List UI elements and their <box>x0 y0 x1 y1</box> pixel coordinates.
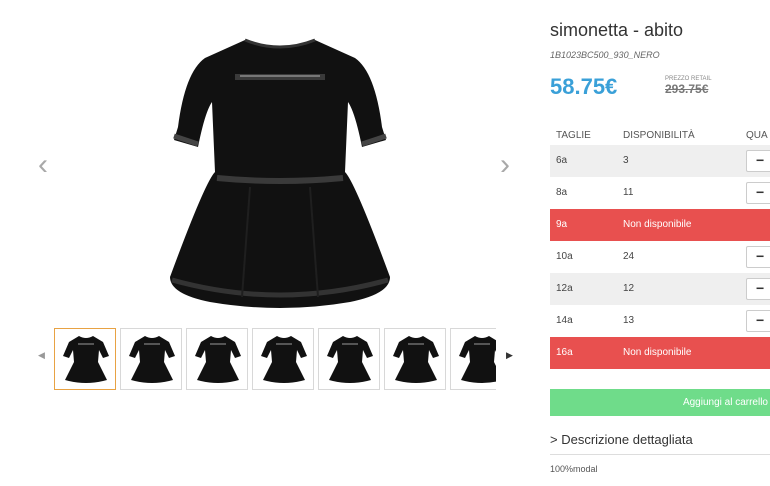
material-text: 100%modal <box>550 464 598 474</box>
size-cell: 12a <box>556 283 573 294</box>
size-availability-table: TAGLIE DISPONIBILITÀ QUA 6a 3 − 8a 11 − … <box>550 128 770 369</box>
header-sizes: TAGLIE <box>556 130 591 141</box>
quantity-decrement-button[interactable]: − <box>746 150 770 172</box>
availability-cell: 13 <box>623 315 635 326</box>
thumbnail-3[interactable] <box>186 328 248 390</box>
retail-price: 293.75€ <box>665 82 709 96</box>
product-main-image[interactable] <box>150 32 410 317</box>
thumbnail-1[interactable] <box>54 328 116 390</box>
add-to-cart-button[interactable]: Aggiungi al carrello <box>550 389 770 416</box>
thumbnail-strip: ◀ ▶ <box>36 328 516 390</box>
table-header: TAGLIE DISPONIBILITÀ QUA <box>550 128 770 145</box>
table-row: 10a 24 − <box>550 241 770 273</box>
product-gallery: ‹ › ◀ ▶ <box>0 0 540 486</box>
availability-cell: 12 <box>623 283 635 294</box>
size-cell: 8a <box>556 187 568 198</box>
availability-cell: 11 <box>623 187 634 198</box>
gallery-prev-button[interactable]: ‹ <box>32 150 54 180</box>
quantity-decrement-button[interactable]: − <box>746 182 770 204</box>
thumbnail-6[interactable] <box>384 328 446 390</box>
thumbnail-4[interactable] <box>252 328 314 390</box>
table-row-unavailable: 9a Non disponibile <box>550 209 770 241</box>
size-cell: 10a <box>556 251 573 262</box>
product-sku: 1B1023BC500_930_NERO <box>550 50 660 60</box>
availability-cell: Non disponibile <box>623 347 692 358</box>
table-row: 6a 3 − <box>550 145 770 177</box>
availability-cell: 3 <box>623 155 629 166</box>
table-row: 14a 13 − <box>550 305 770 337</box>
quantity-decrement-button[interactable]: − <box>746 278 770 300</box>
size-cell: 14a <box>556 315 573 326</box>
table-row: 8a 11 − <box>550 177 770 209</box>
divider <box>550 454 770 455</box>
size-cell: 16a <box>556 347 573 358</box>
thumbnail-7[interactable] <box>450 328 496 390</box>
thumbs-next-icon[interactable]: ▶ <box>506 350 513 361</box>
thumbnail-2[interactable] <box>120 328 182 390</box>
table-row: 12a 12 − <box>550 273 770 305</box>
quantity-decrement-button[interactable]: − <box>746 246 770 268</box>
availability-cell: Non disponibile <box>623 219 692 230</box>
header-availability: DISPONIBILITÀ <box>623 130 695 141</box>
thumbnail-list <box>54 328 496 390</box>
chevron-right-icon: › <box>500 148 510 181</box>
availability-cell: 24 <box>623 251 635 262</box>
chevron-left-icon: ‹ <box>38 148 48 181</box>
table-row-unavailable: 16a Non disponibile <box>550 337 770 369</box>
header-quantity: QUA <box>746 130 768 141</box>
product-details-panel: simonetta - abito 1B1023BC500_930_NERO 5… <box>550 0 770 486</box>
size-cell: 6a <box>556 155 568 166</box>
thumbnail-5[interactable] <box>318 328 380 390</box>
thumbs-prev-icon[interactable]: ◀ <box>38 350 45 361</box>
product-price: 58.75€ <box>550 74 618 99</box>
quantity-decrement-button[interactable]: − <box>746 310 770 332</box>
product-title: simonetta - abito <box>550 20 684 40</box>
gallery-next-button[interactable]: › <box>494 150 516 180</box>
description-toggle[interactable]: > Descrizione dettagliata <box>550 432 693 447</box>
size-cell: 9a <box>556 219 568 230</box>
